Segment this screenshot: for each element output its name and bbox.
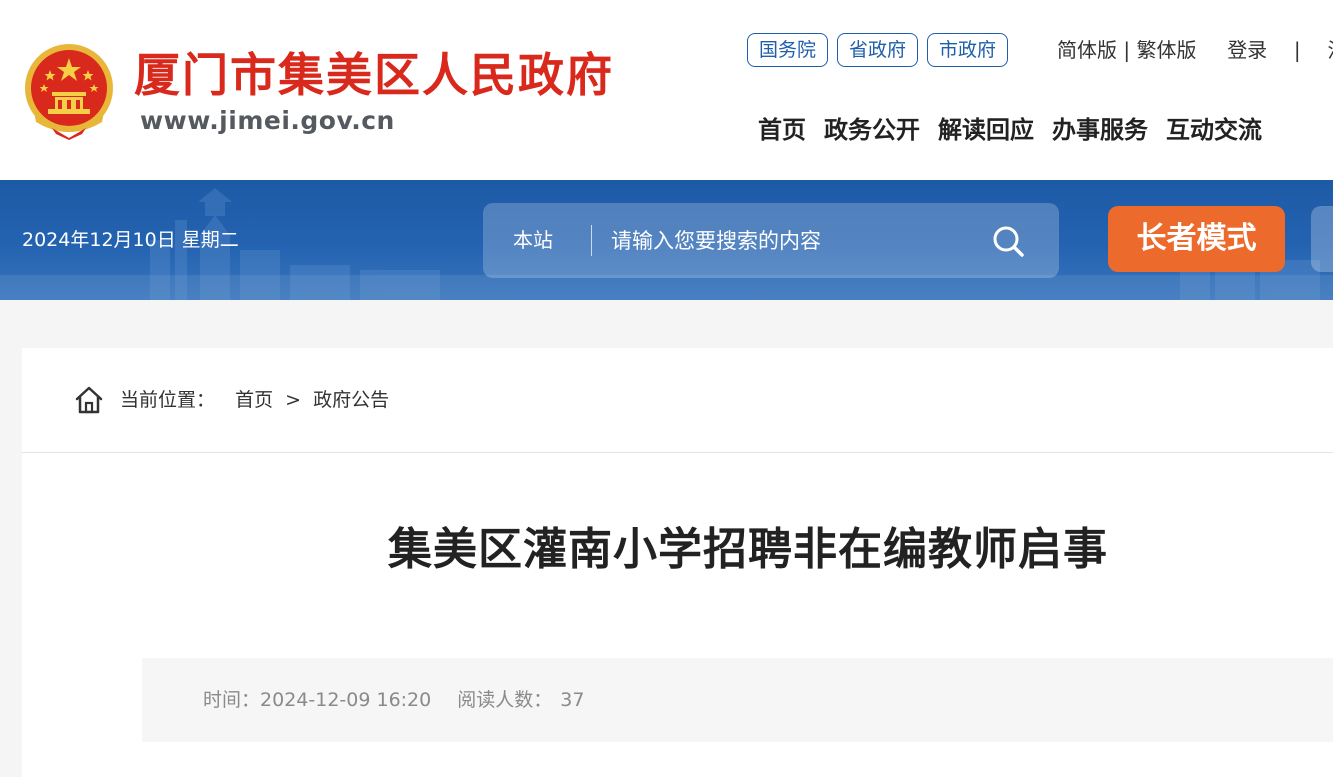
gov-link-state-council[interactable]: 国务院 bbox=[747, 33, 829, 67]
search-box: 本站 bbox=[483, 203, 1059, 278]
breadcrumb-trail: 当前位置： 首页 > 政府公告 bbox=[120, 386, 389, 414]
nav-item-home[interactable]: 首页 bbox=[758, 108, 806, 152]
search-input[interactable] bbox=[609, 217, 969, 264]
gov-links: 国务院 省政府 市政府 bbox=[747, 33, 1009, 67]
breadcrumb-home-link[interactable]: 首页 bbox=[235, 389, 273, 411]
lang-simplified-link[interactable]: 简体版 bbox=[1057, 38, 1117, 62]
util-separator: | bbox=[1293, 38, 1301, 62]
search-icon[interactable] bbox=[991, 224, 1025, 258]
breadcrumb-current-link[interactable]: 政府公告 bbox=[313, 389, 389, 411]
reads-label: 阅读人数： bbox=[457, 689, 553, 711]
site-header: 厦门市集美区人民政府 www.jimei.gov.cn 国务院 省政府 市政府 … bbox=[0, 0, 1333, 180]
nav-item-interpretation[interactable]: 解读回应 bbox=[938, 108, 1034, 152]
breadcrumb-separator: > bbox=[285, 389, 302, 411]
lang-separator: | bbox=[1123, 38, 1131, 62]
national-emblem-icon[interactable] bbox=[22, 42, 116, 140]
breadcrumb-label: 当前位置： bbox=[120, 389, 216, 411]
publish-time: 2024-12-09 16:20 bbox=[260, 689, 432, 711]
nav-item-services[interactable]: 办事服务 bbox=[1052, 108, 1148, 152]
article-title: 集美区灌南小学招聘非在编教师启事 bbox=[388, 524, 1108, 575]
accessibility-button[interactable] bbox=[1311, 206, 1333, 272]
top-utilities: 简体版 | 繁体版 登录 | 注册 bbox=[1057, 33, 1333, 67]
search-banner: 2024年12月10日 星期二 本站 长者模式 bbox=[0, 180, 1333, 300]
lang-traditional-link[interactable]: 繁体版 bbox=[1136, 38, 1196, 62]
home-icon[interactable] bbox=[74, 385, 104, 415]
site-url: www.jimei.gov.cn bbox=[140, 106, 395, 135]
search-scope-selector[interactable]: 本站 bbox=[513, 203, 553, 278]
gov-link-province[interactable]: 省政府 bbox=[837, 33, 919, 67]
nav-item-government-affairs[interactable]: 政务公开 bbox=[824, 108, 920, 152]
register-link[interactable]: 注册 bbox=[1327, 38, 1333, 62]
elder-mode-button[interactable]: 长者模式 bbox=[1108, 206, 1285, 272]
time-label: 时间： bbox=[203, 689, 261, 711]
article-meta: 时间：2024-12-09 16:20 阅读人数： 37 bbox=[203, 686, 584, 714]
breadcrumb: 当前位置： 首页 > 政府公告 bbox=[22, 348, 1333, 453]
nav-item-interaction[interactable]: 互动交流 bbox=[1166, 108, 1262, 152]
main-nav: 首页 政务公开 解读回应 办事服务 互动交流 bbox=[758, 108, 1262, 152]
current-date: 2024年12月10日 星期二 bbox=[22, 229, 239, 251]
login-link[interactable]: 登录 bbox=[1227, 38, 1267, 62]
gov-link-city[interactable]: 市政府 bbox=[927, 33, 1009, 67]
reads-count: 37 bbox=[560, 689, 585, 711]
search-divider bbox=[591, 225, 592, 256]
article-container: 当前位置： 首页 > 政府公告 集美区灌南小学招聘非在编教师启事 时间：2024… bbox=[22, 348, 1333, 777]
article-meta-bar: 时间：2024-12-09 16:20 阅读人数： 37 bbox=[142, 658, 1333, 742]
site-name[interactable]: 厦门市集美区人民政府 bbox=[134, 45, 614, 105]
